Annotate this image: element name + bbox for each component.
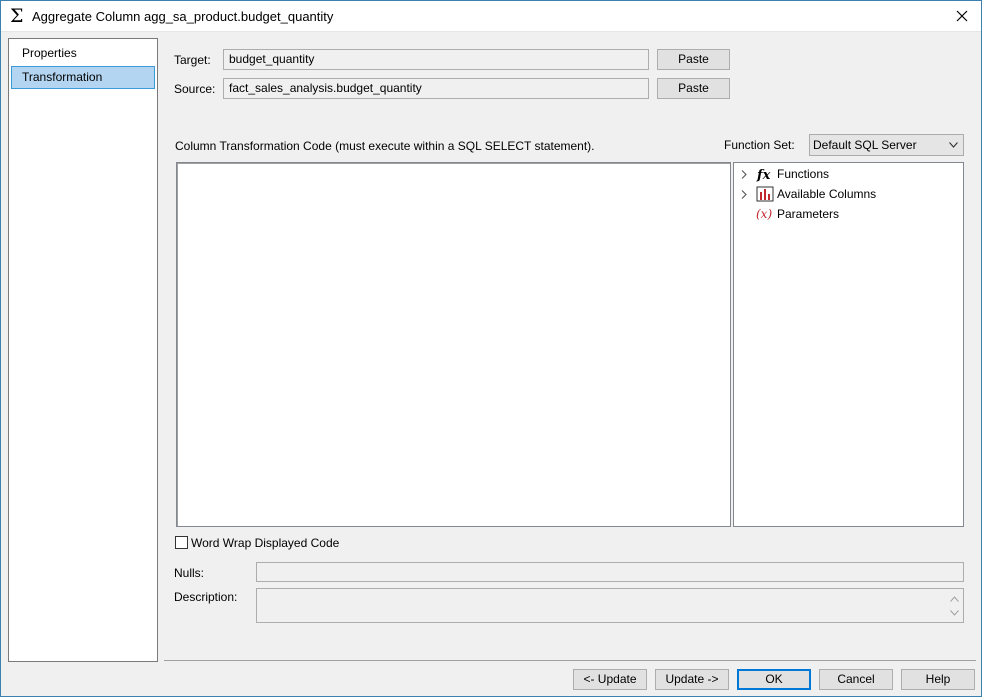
function-tree: fx Functions Available Columns (x) Param… [733, 162, 964, 527]
sidebar-item-label: Transformation [22, 70, 103, 84]
tree-node-parameters[interactable]: (x) Parameters [734, 204, 963, 224]
description-field[interactable] [256, 588, 964, 623]
tree-node-label: Parameters [777, 207, 840, 221]
source-paste-button[interactable]: Paste [657, 78, 730, 99]
tree-node-available-columns[interactable]: Available Columns [734, 184, 963, 204]
cancel-button[interactable]: Cancel [819, 669, 893, 690]
function-set-value: Default SQL Server [813, 138, 917, 152]
close-icon [956, 10, 968, 22]
description-scrollbar[interactable] [946, 589, 963, 622]
chevron-right-icon[interactable] [741, 170, 747, 179]
title-bar: Σ Aggregate Column agg_sa_product.budget… [1, 1, 981, 32]
tree-node-label: Functions [777, 167, 830, 181]
svg-text:(x): (x) [756, 207, 772, 221]
description-label: Description: [174, 590, 238, 604]
source-field[interactable]: fact_sales_analysis.budget_quantity [223, 78, 649, 99]
sidebar: Properties Transformation [8, 38, 158, 662]
update-next-button[interactable]: Update -> [655, 669, 729, 690]
scroll-up-icon[interactable] [950, 596, 959, 602]
footer-divider [164, 660, 976, 661]
function-set-select[interactable]: Default SQL Server [809, 134, 964, 156]
sidebar-item-label: Properties [22, 46, 77, 60]
update-previous-button[interactable]: <- Update [573, 669, 647, 690]
svg-text:fx: fx [756, 168, 771, 182]
word-wrap-label[interactable]: Word Wrap Displayed Code [191, 536, 339, 550]
chevron-down-icon [949, 142, 958, 148]
chevron-right-icon[interactable] [741, 190, 747, 199]
parameters-icon: (x) [756, 207, 772, 221]
close-button[interactable] [949, 4, 975, 28]
help-button[interactable]: Help [901, 669, 975, 690]
fx-icon: fx [756, 168, 771, 182]
scroll-down-icon[interactable] [950, 610, 959, 616]
nulls-field[interactable] [256, 562, 964, 582]
code-label: Column Transformation Code (must execute… [175, 139, 595, 153]
dialog-window: Σ Aggregate Column agg_sa_product.budget… [0, 0, 982, 697]
sidebar-item-properties[interactable]: Properties [11, 42, 155, 65]
columns-chart-icon [756, 186, 774, 202]
transformation-code-editor[interactable] [176, 162, 731, 527]
sidebar-item-transformation[interactable]: Transformation [11, 66, 155, 89]
tree-node-label: Available Columns [777, 187, 877, 201]
tree-node-functions[interactable]: fx Functions [734, 164, 963, 184]
ok-button[interactable]: OK [737, 669, 811, 690]
nulls-label: Nulls: [174, 566, 205, 580]
sigma-icon: Σ [10, 5, 24, 27]
source-label: Source: [174, 82, 216, 96]
target-paste-button[interactable]: Paste [657, 49, 730, 70]
target-label: Target: [174, 53, 211, 67]
function-set-label: Function Set: [724, 138, 795, 152]
window-title: Aggregate Column agg_sa_product.budget_q… [32, 9, 334, 24]
target-field[interactable]: budget_quantity [223, 49, 649, 70]
word-wrap-checkbox[interactable] [175, 536, 188, 549]
